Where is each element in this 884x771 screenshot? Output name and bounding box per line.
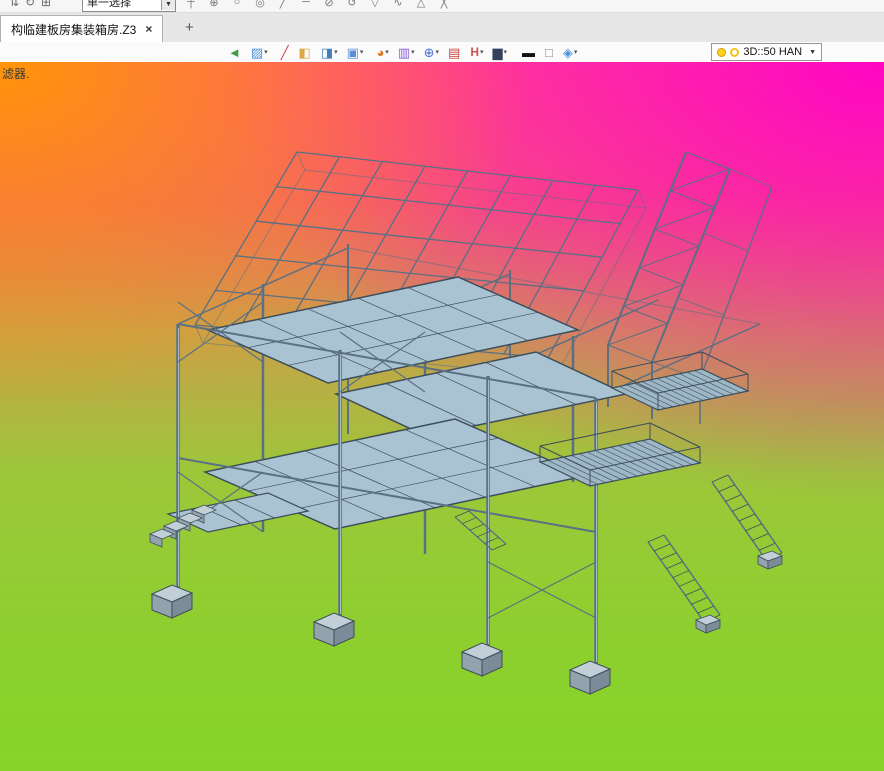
locate-target-icon[interactable]: ⊕ ▾: [424, 43, 439, 61]
top-toolbar-strip: ⇅ ↻ ⊞ 单一选择 ▼ ┼ ⊕ ○ ◎ ╱ ─ ⊘ ↺ ▽ ∿ △ ╳: [0, 0, 884, 13]
steel-structure-model[interactable]: [0, 62, 884, 771]
view-cube-icon[interactable]: ▣ ▾: [347, 43, 364, 61]
layer-combo-value: 3D::50 HAN: [743, 46, 803, 58]
view-toolbar-icons: ◄ ▨ ▾ ╱ ◧ ◨ ▾ ▣ ▾ ◕ ▾ ▥ ▾ ⊕ ▾ ▤ H ▾ ▆ ▾ ▬ □ ◈ ▾: [228, 43, 577, 61]
3d-viewport[interactable]: 滤器.: [0, 62, 884, 771]
document-tab-bar: 构临建板房集装箱房.Z3 × +: [0, 13, 884, 42]
sketch-point-icon[interactable]: ⊕: [206, 0, 222, 9]
tab-close-icon[interactable]: ×: [145, 22, 152, 36]
solid-blue-box-icon[interactable]: ◨ ▾: [321, 43, 338, 61]
render-shade-icon[interactable]: ▨ ▾: [251, 43, 268, 61]
orbit-tool-icon[interactable]: ↻: [22, 0, 38, 9]
layer-combo-caret-icon[interactable]: ▼: [809, 49, 816, 56]
selection-mode-value: 单一选择: [87, 0, 131, 9]
grid-tool-icon[interactable]: ⊞: [38, 0, 54, 9]
color-wheel-icon[interactable]: ◕ ▾: [376, 43, 388, 61]
layer-color-ring-icon: [730, 47, 740, 57]
app-window: ⇅ ↻ ⊞ 单一选择 ▼ ┼ ⊕ ○ ◎ ╱ ─ ⊘ ↺ ▽ ∿ △ ╳ 构临建…: [0, 0, 884, 771]
sketch-spline-icon[interactable]: ∿: [390, 0, 406, 9]
document-tab[interactable]: 构临建板房集装箱房.Z3 ×: [0, 15, 164, 42]
combo-caret-icon[interactable]: ▼: [161, 0, 175, 10]
new-tab-button[interactable]: +: [177, 18, 201, 38]
sketch-plus-icon[interactable]: ┼: [183, 0, 199, 8]
selection-mode-combo[interactable]: 单一选择 ▼: [82, 0, 176, 12]
dimension-style-icon[interactable]: H ▾: [470, 43, 483, 61]
exit-environment-icon[interactable]: ◄: [228, 43, 242, 61]
display-mode-icon[interactable]: ▆ ▾: [493, 43, 508, 61]
solid-yellow-box-icon[interactable]: ◧: [299, 43, 312, 61]
sketch-polygon-icon[interactable]: ▽: [367, 0, 383, 9]
pan-tool-icon[interactable]: ⇅: [6, 0, 22, 9]
section-view-icon[interactable]: ▥ ▾: [398, 43, 415, 61]
lightbulb-icon: [717, 47, 727, 57]
edit-pencil-icon[interactable]: ╱: [281, 43, 290, 61]
blank-swatch-icon[interactable]: □: [545, 43, 554, 61]
sketch-cross-icon[interactable]: ╳: [436, 0, 452, 9]
sketch-line-icon[interactable]: ╱: [275, 0, 291, 9]
sketch-arc-icon[interactable]: ↺: [344, 0, 360, 9]
sketch-target-icon[interactable]: ◎: [252, 0, 268, 9]
tab-label: 构临建板房集装箱房.Z3: [11, 22, 137, 37]
sketch-triangle-icon[interactable]: △: [413, 0, 429, 9]
window-view-icon[interactable]: ▤: [448, 43, 461, 61]
view-toolbar: ◄ ▨ ▾ ╱ ◧ ◨ ▾ ▣ ▾ ◕ ▾ ▥ ▾ ⊕ ▾ ▤ H ▾ ▆ ▾ ▬ □ ◈ ▾ 3…: [0, 42, 884, 62]
hide-bar-icon[interactable]: ▬: [522, 43, 536, 61]
sketch-circle-icon[interactable]: ○: [229, 0, 245, 8]
visibility-layers-icon[interactable]: ◈ ▾: [563, 43, 578, 61]
layer-visibility-combo[interactable]: 3D::50 HAN ▼: [711, 43, 822, 61]
sketch-hline-icon[interactable]: ─: [298, 0, 314, 8]
sketch-trim-icon[interactable]: ⊘: [321, 0, 337, 9]
